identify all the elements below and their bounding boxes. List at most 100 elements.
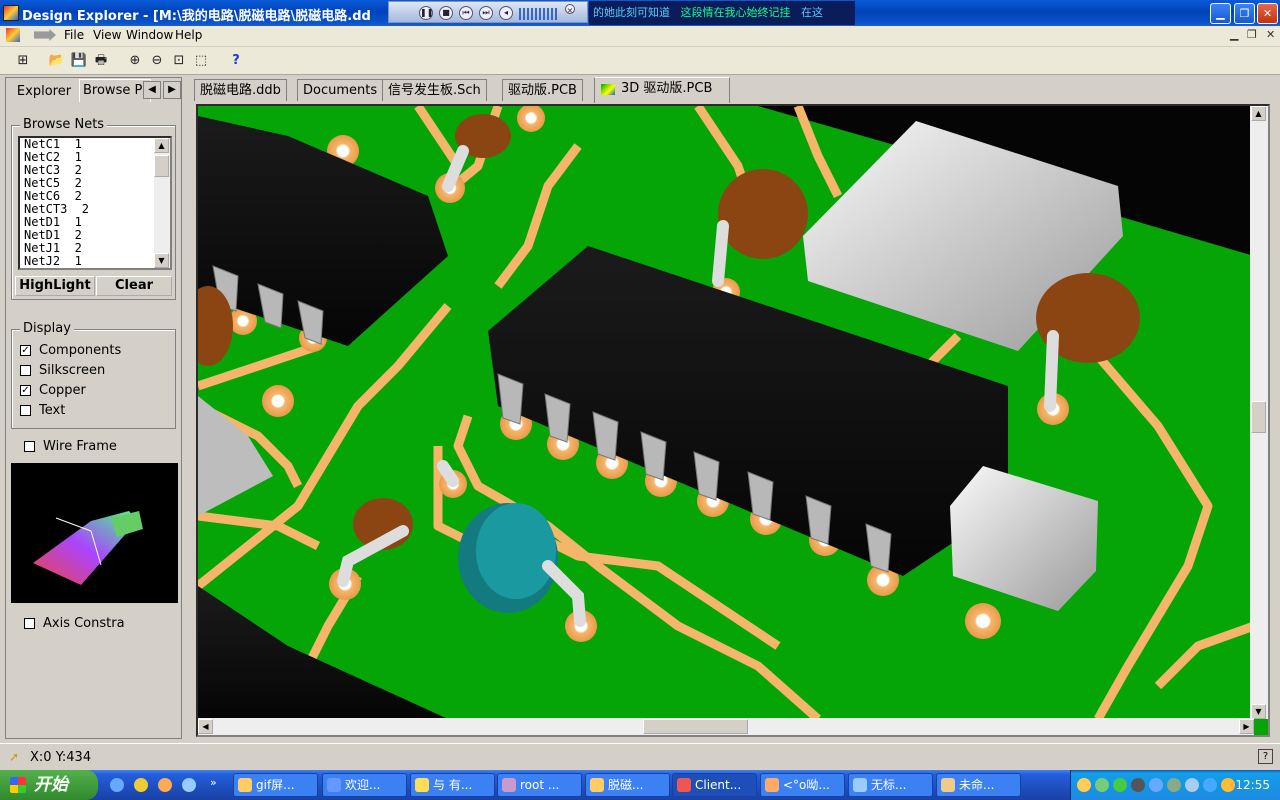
zoom-in-icon[interactable]: ⊕ [126,52,144,70]
task-label: Client... [695,778,742,792]
wire-frame-checkbox[interactable]: Wire Frame [24,439,117,454]
system-tray: 12:55 [1070,770,1280,800]
pcb-3d-viewport[interactable]: ▲ ▼ ◀ ▶ [196,104,1270,737]
taskbar-button[interactable]: 未命... [936,773,1021,797]
tab-pcb[interactable]: 驱动版.PCB [502,79,583,101]
scroll-thumb[interactable] [154,155,169,177]
tab-ddb[interactable]: 脱磁电路.ddb [194,79,287,101]
zoom-out-icon[interactable]: ⊖ [148,52,166,70]
checkbox-box[interactable] [24,441,35,452]
axis-constraint-checkbox[interactable]: Axis Constra [24,616,125,631]
tab-documents[interactable]: Documents [297,79,384,101]
tab-scroll-left-icon[interactable]: ◀ [143,81,161,99]
messenger-icon[interactable] [110,778,124,792]
previous-icon[interactable]: ⏮ [459,6,473,20]
taskbar-button[interactable]: Client... [672,773,757,797]
tray-qq-icon[interactable] [1077,778,1091,792]
qq-icon[interactable] [134,778,148,792]
tray-messenger-icon[interactable] [1149,778,1163,792]
media-player-bar: ❚❚ ■ ⏮ ⏭ ◂ × [388,1,588,23]
components-checkbox[interactable]: ✓ Components [20,343,121,358]
checkbox-box[interactable]: ✓ [20,385,31,396]
tray-app-icon[interactable] [1095,778,1109,792]
silkscreen-checkbox[interactable]: Silkscreen [20,363,105,378]
viewport-scroll-left-icon[interactable]: ◀ [198,719,213,734]
zoom-fit-icon[interactable]: ⊡ [170,52,188,70]
taskbar-button[interactable]: 欢迎... [322,773,407,797]
checkbox-box[interactable] [24,618,35,629]
help-icon[interactable]: ? [227,52,245,70]
print-icon[interactable]: 🖶 [92,52,110,70]
arrow-menu-icon[interactable] [34,29,56,41]
tray-network-icon[interactable] [1113,778,1127,792]
avatar-icon[interactable] [158,778,172,792]
checkbox-box[interactable] [20,405,31,416]
taskbar-button[interactable]: <°o呦... [760,773,845,797]
start-button[interactable]: 开始 [0,770,98,800]
browse-panel: Explorer Browse P ◀ ▶ Browse Nets NetC1 … [5,77,182,739]
scroll-up-icon[interactable]: ▲ [154,138,169,153]
tray-antivirus-icon[interactable] [1167,778,1181,792]
close-button[interactable]: ✕ [1257,3,1278,24]
mdi-minimize-icon[interactable]: ▁ [1230,28,1238,41]
menu-window[interactable]: Window [126,28,173,42]
tab-browse[interactable]: Browse P [79,79,151,102]
text-checkbox[interactable]: Text [20,403,65,418]
clear-button[interactable]: Clear [96,276,172,296]
open-folder-icon[interactable]: 📂 [48,52,66,70]
tray-umbrella-icon[interactable] [1221,778,1235,792]
viewport-hscroll-thumb[interactable] [643,719,748,734]
taskbar-button[interactable]: 与 有... [410,773,495,797]
pause-icon[interactable]: ❚❚ [419,6,433,20]
net-list-scrollbar[interactable]: ▲ ▼ [154,138,170,268]
save-icon[interactable]: 💾 [70,52,88,70]
viewport-vscroll-thumb[interactable] [1251,401,1266,433]
viewport-scroll-down-icon[interactable]: ▼ [1251,704,1266,719]
design-tree-icon[interactable]: ⊞ [14,52,32,70]
taskbar-button[interactable]: gif屏... [233,773,318,797]
taskbar-button[interactable]: root ... [497,773,582,797]
checkbox-box[interactable] [20,365,31,376]
quicklaunch-icon[interactable] [182,778,196,792]
mdi-restore-icon[interactable]: ❐ [1247,28,1257,41]
component-box-bottom [950,466,1098,611]
menu-file[interactable]: File [64,28,84,42]
taskbar-button[interactable]: 无标... [848,773,933,797]
zoom-area-icon[interactable]: ⬚ [192,52,210,70]
tray-printer-icon[interactable] [1131,778,1145,792]
net-list-item[interactable]: NetJ2 2 [24,268,82,269]
copper-checkbox[interactable]: ✓ Copper [20,383,86,398]
tab-scroll-right-icon[interactable]: ▶ [163,81,181,99]
task-app-icon [327,778,341,792]
tab-3d-pcb[interactable]: 3D 驱动版.PCB [594,77,730,103]
tray-phone-icon[interactable] [1185,778,1199,792]
net-list[interactable]: NetC1 1 NetC2 1 NetC3 2 NetC5 2 NetC6 2 NetCT… [18,136,172,270]
stop-icon[interactable]: ■ [439,6,453,20]
doc-icon[interactable] [6,28,20,42]
tab-explorer[interactable]: Explorer [11,82,77,102]
viewport-scroll-up-icon[interactable]: ▲ [1251,106,1266,121]
taskbar-button[interactable]: 脱磁... [585,773,670,797]
menu-bar: File View Window Help ▁ ❐ ✕ [0,26,1280,46]
minimize-button[interactable]: ▁ [1210,3,1231,24]
player-close-icon[interactable]: × [565,4,575,15]
checkbox-box[interactable]: ✓ [20,345,31,356]
highlight-button[interactable]: HighLight [15,276,95,296]
maximize-button[interactable]: ❐ [1234,3,1255,24]
tray-ie-icon[interactable] [1203,778,1217,792]
next-icon[interactable]: ⏭ [479,6,493,20]
viewport-vertical-scrollbar[interactable]: ▲ ▼ [1250,106,1268,719]
viewport-horizontal-scrollbar[interactable]: ◀ ▶ [198,718,1254,735]
viewport-scroll-right-icon[interactable]: ▶ [1239,719,1254,734]
tab-sch[interactable]: 信号发生板.Sch [382,79,487,101]
maximize-icon: ❐ [1239,7,1250,20]
app-icon[interactable] [3,5,19,21]
mdi-close-icon[interactable]: ✕ [1266,28,1275,41]
quicklaunch-more-icon[interactable]: » [210,776,217,789]
context-help-icon[interactable]: ? [1258,749,1273,764]
volume-icon[interactable]: ◂ [499,6,513,20]
orientation-preview[interactable] [11,463,178,603]
menu-help[interactable]: Help [175,28,202,42]
menu-view[interactable]: View [93,28,121,42]
scroll-down-icon[interactable]: ▼ [154,253,169,268]
